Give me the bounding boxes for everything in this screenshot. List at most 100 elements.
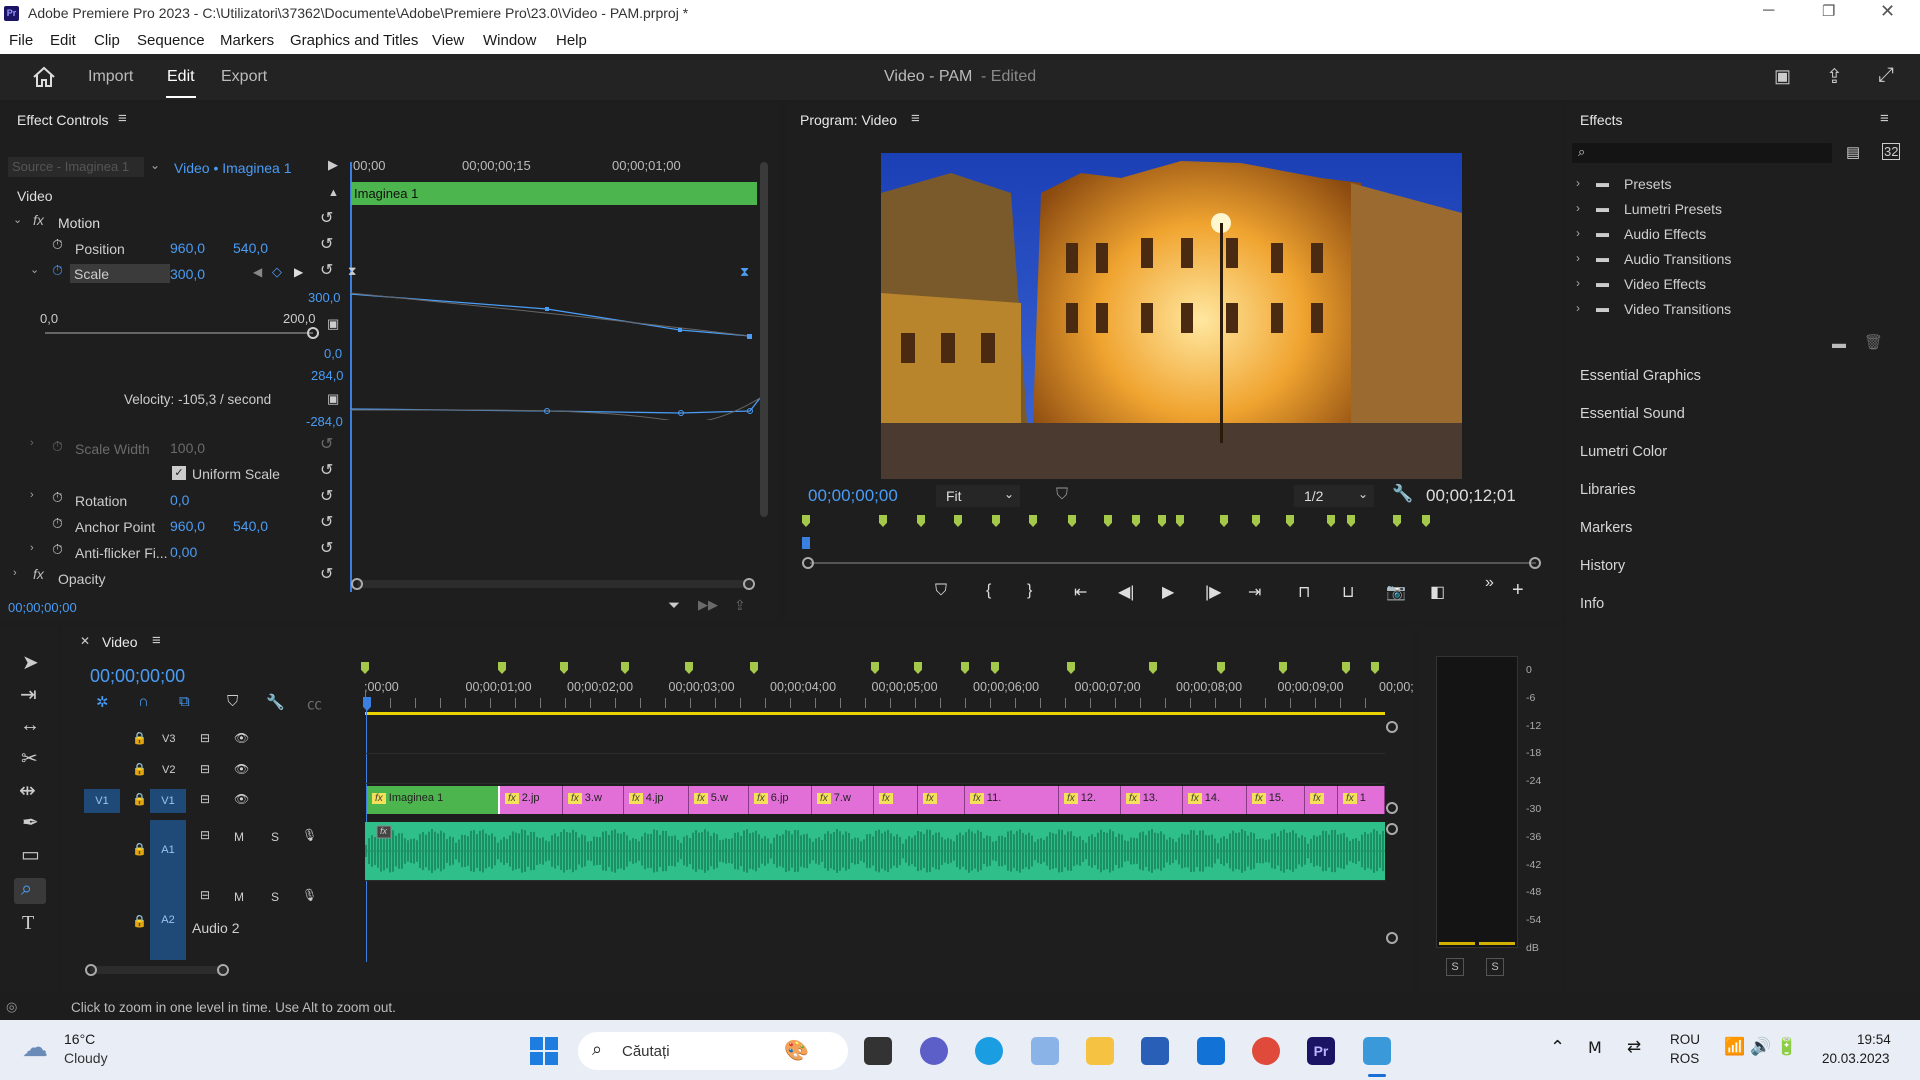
play-icon[interactable]: ▶ <box>1162 582 1174 602</box>
right-panel-tab[interactable]: Libraries <box>1580 482 1636 498</box>
type-tool-icon[interactable]: T <box>22 912 34 935</box>
wrench-icon[interactable]: 🔧 <box>1392 484 1413 504</box>
edge-icon[interactable] <box>975 1037 1003 1065</box>
mark-in-icon[interactable]: { <box>986 582 991 600</box>
ec-timecode[interactable]: 00;00;00;00 <box>8 600 77 615</box>
zoom-handle[interactable] <box>1386 823 1398 835</box>
32bit-icon[interactable]: 32 <box>1882 143 1901 160</box>
reset-icon[interactable]: ↺ <box>320 512 333 532</box>
program-scrubber[interactable] <box>810 562 1536 564</box>
program-playhead[interactable] <box>802 537 810 549</box>
sync-lock-icon[interactable]: ⊟ <box>200 792 210 806</box>
v1-clip[interactable]: fx <box>918 786 965 814</box>
lock-icon[interactable]: 🔒 <box>132 792 147 806</box>
panel-menu-icon[interactable]: ≡ <box>1880 110 1889 127</box>
effects-folder[interactable]: Lumetri Presets <box>1624 201 1722 217</box>
tray-app-icon[interactable]: Ⅿ <box>1588 1038 1602 1058</box>
sync-lock-icon[interactable]: ⊟ <box>200 731 210 745</box>
new-preset-bin-icon[interactable]: ▤ <box>1846 143 1860 161</box>
zoom-tool-icon[interactable]: ⌕ <box>21 878 32 901</box>
fullscreen-icon[interactable]: ⤢ <box>1878 64 1894 87</box>
zoom-handle[interactable] <box>1386 932 1398 944</box>
expand-motion-icon[interactable]: ⌄ <box>13 213 22 226</box>
right-panel-tab[interactable]: History <box>1580 558 1625 574</box>
tray-switch-icon[interactable]: ⇄ <box>1627 1037 1641 1057</box>
prev-keyframe-icon[interactable]: ◀ <box>253 265 262 279</box>
sequence-marker[interactable] <box>750 662 758 674</box>
reset-icon[interactable]: ↺ <box>320 208 333 228</box>
position-x-value[interactable]: 960,0 <box>170 240 205 256</box>
tab-edit[interactable]: Edit <box>167 68 195 86</box>
v1-clip[interactable]: fx 3.w <box>563 786 624 814</box>
v1-clip[interactable]: fx 12. <box>1059 786 1121 814</box>
sequence-marker[interactable] <box>871 662 879 674</box>
close-sequence-icon[interactable]: ✕ <box>80 634 90 648</box>
add-button-icon[interactable]: + <box>1512 579 1524 602</box>
sequence-marker[interactable] <box>1067 662 1075 674</box>
track-select-icon[interactable]: ⇥ <box>20 682 37 707</box>
zoom-handle[interactable] <box>743 578 755 590</box>
tab-import[interactable]: Import <box>88 68 133 86</box>
expand-icon[interactable]: › <box>13 567 17 579</box>
zoom-handle[interactable] <box>1386 721 1398 733</box>
panel-menu-icon[interactable]: ≡ <box>911 110 920 127</box>
reset-icon[interactable]: ↺ <box>320 260 333 280</box>
eye-icon[interactable]: 👁 <box>234 762 249 776</box>
menu-file[interactable]: File <box>9 32 33 49</box>
reset-icon[interactable]: ↺ <box>320 538 333 558</box>
eye-icon[interactable]: 👁 <box>234 731 249 745</box>
ec-zoom-scrollbar[interactable] <box>357 580 752 588</box>
caret-up-icon[interactable]: ▲ <box>328 187 339 199</box>
v1-clip[interactable]: fx <box>1305 786 1338 814</box>
store-icon[interactable] <box>1141 1037 1169 1065</box>
language-code[interactable]: ROU <box>1670 1032 1700 1047</box>
snap-icon[interactable]: ∩ <box>138 693 149 710</box>
sequence-tab[interactable]: Video <box>102 634 138 650</box>
solo-button[interactable]: S <box>271 830 279 844</box>
pen-tool-icon[interactable]: ✒ <box>22 810 39 835</box>
more-icon[interactable]: » <box>1485 574 1494 592</box>
timeline-timecode[interactable]: 00;00;00;00 <box>90 666 185 687</box>
wifi-icon[interactable]: 📶 <box>1724 1037 1745 1057</box>
effects-folder[interactable]: Presets <box>1624 176 1671 192</box>
scale-slider-track[interactable] <box>45 332 313 334</box>
menu-markers[interactable]: Markers <box>220 32 274 49</box>
selection-tool-icon[interactable]: ➤ <box>22 650 39 675</box>
chevron-up-icon[interactable]: ⌃ <box>1550 1037 1565 1058</box>
minimize-icon[interactable]: ─ <box>1763 2 1774 20</box>
rotation-value[interactable]: 0,0 <box>170 492 189 508</box>
anchor-y-value[interactable]: 540,0 <box>233 518 268 534</box>
mail-icon[interactable] <box>1197 1037 1225 1065</box>
slip-tool-icon[interactable]: ⇹ <box>19 778 36 803</box>
add-marker-icon[interactable]: ⛉ <box>935 582 947 600</box>
zoom-handle[interactable] <box>802 557 814 569</box>
add-keyframe-icon[interactable]: ◇ <box>272 264 282 280</box>
step-back-icon[interactable]: ◀| <box>1118 582 1134 602</box>
mark-out-icon[interactable]: } <box>1027 582 1032 600</box>
menu-window[interactable]: Window <box>483 32 536 49</box>
right-panel-tab[interactable]: Markers <box>1580 520 1632 536</box>
program-video-frame[interactable] <box>881 153 1462 479</box>
expand-icon[interactable]: › <box>30 489 34 501</box>
add-marker-icon[interactable]: ⛉ <box>227 693 238 710</box>
lock-icon[interactable]: 🔒 <box>132 762 147 776</box>
share-icon[interactable]: ⇪ <box>1826 64 1843 89</box>
scale-slider-handle[interactable] <box>307 327 319 339</box>
track-v3-label[interactable]: V3 <box>162 733 175 745</box>
sequence-marker[interactable] <box>1342 662 1350 674</box>
restore-icon[interactable]: ❐ <box>1822 2 1835 20</box>
track-v2-label[interactable]: V2 <box>162 764 175 776</box>
fx-icon[interactable]: fx <box>33 212 44 228</box>
home-icon[interactable] <box>32 66 56 88</box>
zoom-handle[interactable] <box>217 964 229 976</box>
file-explorer-icon[interactable] <box>1086 1037 1114 1065</box>
lock-icon[interactable]: 🔒 <box>132 842 147 856</box>
clock-time[interactable]: 19:54 <box>1857 1032 1891 1047</box>
position-y-value[interactable]: 540,0 <box>233 240 268 256</box>
marker-shield-icon[interactable]: ⛉ <box>1056 486 1068 504</box>
new-bin-icon[interactable]: ▬ <box>1832 335 1846 351</box>
weather-desc[interactable]: Cloudy <box>64 1050 108 1066</box>
anchor-x-value[interactable]: 960,0 <box>170 518 205 534</box>
sequence-marker[interactable] <box>961 662 969 674</box>
track-a2-label[interactable]: A2 <box>150 880 186 960</box>
